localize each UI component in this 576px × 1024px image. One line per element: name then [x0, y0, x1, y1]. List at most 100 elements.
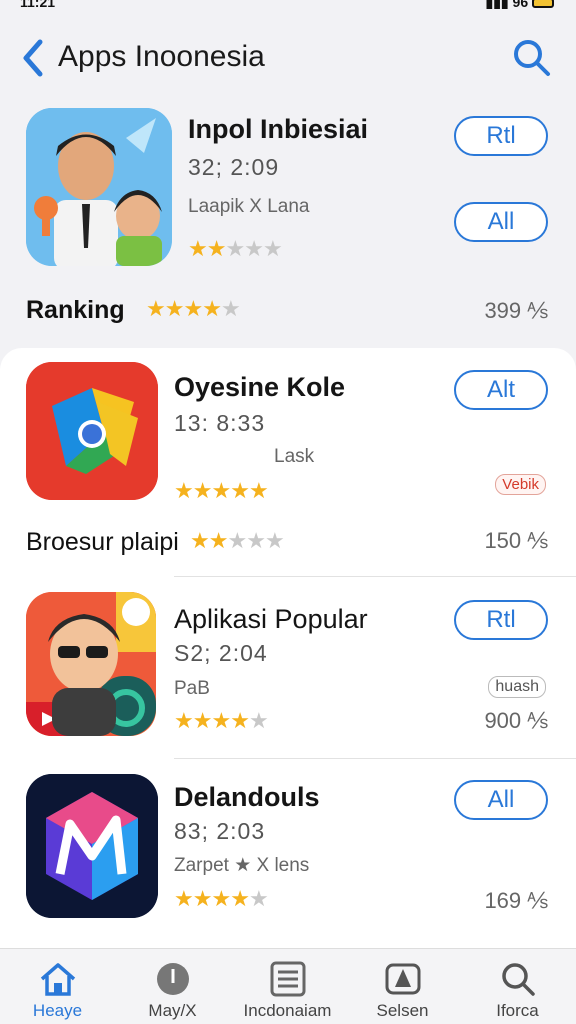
star-filled-icon: ★ [146, 296, 166, 321]
star-filled-icon: ★ [208, 528, 229, 553]
star-empty-icon: ★ [244, 236, 264, 261]
avatar-app-icon [26, 592, 156, 736]
divider [174, 758, 576, 759]
star-empty-icon: ★ [227, 528, 247, 553]
tab-label: Incdonaiam [243, 1001, 332, 1020]
app-meta: S2; 2:04 [174, 640, 268, 666]
star-filled-icon: ★ [188, 236, 208, 261]
star-empty-icon: ★ [225, 236, 245, 261]
star-filled-icon: ★ [174, 478, 194, 503]
app-list-item[interactable]: Delandouls 83; 2:03 Zarpet ★ X lens ★★★★… [0, 762, 576, 932]
tab-label: Iforca [496, 1001, 539, 1020]
get-button[interactable]: Alt [454, 370, 548, 410]
chevron-left-icon [23, 39, 43, 77]
star-empty-icon: ★ [248, 708, 269, 733]
tab-apps[interactable]: Selsen [345, 949, 460, 1024]
search-button[interactable] [512, 38, 552, 78]
app-meta: 32; 2:09 [188, 154, 280, 180]
status-badge: huash [488, 676, 546, 698]
search-icon [514, 40, 550, 76]
compass-icon [157, 963, 189, 995]
rating-count: 399 ⅍ [484, 298, 548, 323]
tab-discover[interactable]: May/X [115, 949, 230, 1024]
app-rating-stars: ★★★★★ [174, 708, 269, 734]
star-filled-icon: ★ [206, 236, 227, 261]
home-icon [40, 963, 76, 996]
row-label: Broesur plaipi [26, 528, 179, 556]
tab-label: May/X [148, 1001, 197, 1020]
app-rating-stars: ★★★★★ [174, 478, 269, 504]
app-developer: PaB [174, 678, 210, 699]
app-rating-stars: ★★★★★ [174, 886, 269, 912]
star-empty-icon: ★ [264, 528, 285, 553]
status-bar: 11:21 ▮▮▮ 96 [0, 0, 576, 12]
app-rating-stars: ★★★★★ [188, 236, 283, 262]
signal-icon: ▮▮▮ [485, 0, 509, 10]
apps-icon [385, 963, 421, 995]
star-filled-icon: ★ [211, 708, 231, 733]
rating-count: 169 ⅍ [484, 888, 548, 913]
back-button[interactable] [18, 38, 48, 78]
app-icon [26, 108, 172, 266]
tab-bar: Heaye May/X Incdonaiam Selsen Iforca [0, 948, 576, 1024]
app-icon [26, 774, 158, 918]
app-list-item[interactable]: Oyesine Kole 13: 8:33 Lask ★★★★★ Alt Veb… [0, 348, 576, 570]
tab-search[interactable]: Iforca [460, 949, 575, 1024]
status-indicators: ▮▮▮ 96 [486, 0, 554, 11]
app-list-card: Oyesine Kole 13: 8:33 Lask ★★★★★ Alt Veb… [0, 348, 576, 948]
tab-label: Selsen [376, 1001, 429, 1020]
app-meta: 83; 2:03 [174, 818, 266, 844]
nav-bar: Apps Inoonesia [0, 28, 576, 88]
star-filled-icon: ★ [248, 478, 269, 503]
get-button[interactable]: All [454, 780, 548, 820]
get-button-secondary[interactable]: All [454, 202, 548, 242]
family-illustration-icon [26, 108, 172, 266]
star-filled-icon: ★ [192, 478, 213, 503]
star-filled-icon: ★ [190, 528, 210, 553]
star-filled-icon: ★ [183, 296, 203, 321]
get-button[interactable]: Rtl [454, 116, 548, 156]
star-filled-icon: ★ [230, 708, 250, 733]
star-filled-icon: ★ [192, 886, 213, 911]
app-list-item[interactable]: Aplikasi Popular S2; 2:04 PaB ★★★★★ Rtl … [0, 580, 576, 756]
app-icon [26, 362, 158, 500]
app-icon [26, 592, 156, 736]
star-filled-icon: ★ [230, 886, 250, 911]
tab-home[interactable]: Heaye [0, 949, 115, 1024]
battery-icon [532, 0, 554, 9]
star-empty-icon: ★ [248, 886, 269, 911]
star-filled-icon: ★ [164, 296, 185, 321]
tab-list[interactable]: Incdonaiam [230, 949, 345, 1024]
list-icon [270, 961, 306, 997]
star-empty-icon: ★ [262, 236, 283, 261]
ranking-stars: ★★★★★ [146, 296, 241, 322]
ranking-label: Ranking [26, 296, 125, 324]
status-badge: Vebik [495, 474, 546, 495]
star-filled-icon: ★ [174, 886, 194, 911]
m-logo-icon [26, 774, 158, 918]
search-icon [502, 963, 535, 996]
row-rating-stars: ★★★★★ [190, 528, 285, 554]
app-name: Aplikasi Popular [174, 604, 368, 634]
app-developer: Lask [274, 446, 315, 467]
status-time: 11:21 [20, 0, 56, 10]
app-developer: Laapik X Lana [188, 196, 310, 217]
status-right-text: 96 [512, 0, 529, 10]
app-name: Inpol Inbiesiai [188, 114, 369, 144]
browser-logo-icon [26, 362, 158, 500]
app-list-item[interactable]: Inpol Inbiesiai 32; 2:09 Laapik X Lana ★… [0, 96, 576, 346]
star-filled-icon: ★ [230, 478, 250, 503]
app-developer: Zarpet ★ X lens [174, 855, 310, 876]
app-name: Oyesine Kole [174, 372, 346, 402]
get-button[interactable]: Rtl [454, 600, 548, 640]
page-title: Apps Inoonesia [58, 40, 265, 73]
rating-count: 900 ⅍ [484, 708, 548, 733]
star-filled-icon: ★ [211, 886, 231, 911]
app-meta: 13: 8:33 [174, 410, 266, 436]
rating-count: 150 ⅍ [484, 528, 548, 553]
star-filled-icon: ★ [174, 708, 194, 733]
star-filled-icon: ★ [211, 478, 231, 503]
app-name: Delandouls [174, 782, 320, 812]
star-empty-icon: ★ [220, 296, 241, 321]
star-filled-icon: ★ [202, 296, 222, 321]
